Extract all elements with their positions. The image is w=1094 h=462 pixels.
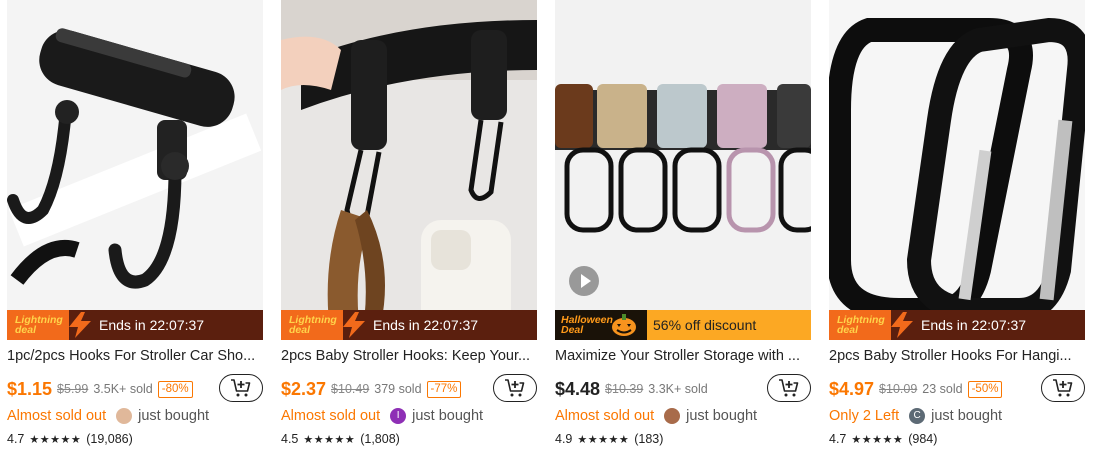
original-price: $10.49 — [331, 382, 370, 396]
discount-badge: -50% — [967, 380, 1003, 398]
review-count: (183) — [634, 432, 664, 446]
star-rating-icon: ★★★★★ — [29, 432, 82, 446]
countdown-text: Ends in 22:07:37 — [373, 317, 479, 333]
add-to-cart-button[interactable] — [493, 374, 537, 402]
deal-banner: Lightning deal Ends in 22:07:37 — [829, 310, 1085, 340]
add-to-cart-icon — [779, 379, 799, 397]
rating-value: 4.7 — [7, 432, 25, 446]
add-to-cart-button[interactable] — [219, 374, 263, 402]
product-title[interactable]: Maximize Your Stroller Storage with ... — [555, 348, 811, 364]
status-row: Almost sold out I just bought — [281, 406, 537, 426]
discount-badge: -80% — [157, 380, 193, 398]
deal-banner: Halloween Deal 56% off discount — [555, 310, 811, 340]
stroller-hook-photo — [281, 0, 537, 340]
review-count: (19,086) — [86, 432, 133, 446]
star-rating-icon: ★★★★★ — [851, 432, 904, 446]
review-count: (1,808) — [360, 432, 400, 446]
product-image[interactable]: Lightning deal Ends in 22:07:37 — [281, 0, 537, 340]
discount-badge: -77% — [426, 380, 462, 398]
rating-value: 4.7 — [829, 432, 847, 446]
lightning-deal-badge: Lightning deal — [829, 310, 919, 340]
status-row: Only 2 Left C just bought — [829, 406, 1085, 426]
original-price: $5.99 — [57, 382, 89, 396]
lightning-bolt-icon — [891, 312, 913, 338]
star-rating-icon: ★★★★★ — [577, 432, 630, 446]
add-to-cart-icon — [1053, 379, 1073, 397]
discount-text: 56% off discount — [653, 317, 757, 333]
urgency-label: Only 2 Left — [829, 408, 900, 424]
buyer-avatar: I — [390, 408, 407, 424]
review-count: (984) — [908, 432, 938, 446]
deal-banner: Lightning deal Ends in 22:07:37 — [7, 310, 263, 340]
buyer-avatar: C — [909, 408, 926, 424]
urgency-label: Almost sold out — [281, 408, 381, 424]
buyer-avatar — [664, 408, 681, 424]
stroller-hook-photo — [829, 0, 1085, 340]
lightning-deal-badge: Lightning deal — [281, 310, 371, 340]
deal-banner: Lightning deal Ends in 22:07:37 — [281, 310, 537, 340]
product-card[interactable]: Lightning deal Ends in 22:07:37 1pc/2pcs … — [7, 0, 263, 462]
stroller-hook-photo — [7, 0, 263, 340]
sold-count: 379 sold — [374, 382, 422, 396]
rating-row: 4.7 ★★★★★ (984) — [829, 430, 1085, 448]
play-video-button[interactable] — [569, 266, 599, 296]
lightning-bolt-icon — [343, 312, 365, 338]
original-price: $10.09 — [879, 382, 918, 396]
just-bought-text: just bought — [686, 408, 758, 424]
product-title[interactable]: 1pc/2pcs Hooks For Stroller Car Sho... — [7, 348, 263, 364]
price-row: $1.15 $5.99 3.5K+ sold -80% — [7, 374, 263, 402]
countdown-text: Ends in 22:07:37 — [921, 317, 1027, 333]
product-card[interactable]: Lightning deal Ends in 22:07:37 2pcs Baby… — [281, 0, 537, 462]
product-card[interactable]: Halloween Deal 56% off discount Maximize … — [555, 0, 811, 462]
sale-price: $4.48 — [555, 378, 601, 399]
countdown-text: Ends in 22:07:37 — [99, 317, 205, 333]
sale-price: $4.97 — [829, 378, 875, 399]
sold-count: 23 sold — [922, 382, 963, 396]
price-row: $4.97 $10.09 23 sold -50% — [829, 374, 1085, 402]
rating-row: 4.5 ★★★★★ (1,808) — [281, 430, 537, 448]
product-image[interactable]: Lightning deal Ends in 22:07:37 — [7, 0, 263, 340]
star-rating-icon: ★★★★★ — [303, 432, 356, 446]
lightning-bolt-icon — [69, 312, 91, 338]
add-to-cart-icon — [505, 379, 525, 397]
product-title[interactable]: 2pcs Baby Stroller Hooks: Keep Your... — [281, 348, 537, 364]
just-bought-text: just bought — [138, 408, 210, 424]
status-row: Almost sold out just bought — [7, 406, 263, 426]
lightning-deal-badge: Lightning deal — [7, 310, 97, 340]
sold-count: 3.5K+ sold — [93, 382, 153, 396]
buyer-avatar — [116, 408, 133, 424]
sale-price: $2.37 — [281, 378, 327, 399]
add-to-cart-icon — [231, 379, 251, 397]
just-bought-text: just bought — [412, 408, 484, 424]
original-price: $10.39 — [605, 382, 644, 396]
status-row: Almost sold out just bought — [555, 406, 811, 426]
urgency-label: Almost sold out — [7, 408, 107, 424]
product-image[interactable]: Lightning deal Ends in 22:07:37 — [829, 0, 1085, 340]
product-title[interactable]: 2pcs Baby Stroller Hooks For Hangi... — [829, 348, 1085, 364]
rating-value: 4.5 — [281, 432, 299, 446]
add-to-cart-button[interactable] — [767, 374, 811, 402]
price-row: $4.48 $10.39 3.3K+ sold — [555, 374, 811, 402]
rating-row: 4.9 ★★★★★ (183) — [555, 430, 811, 448]
urgency-label: Almost sold out — [555, 408, 655, 424]
product-card[interactable]: Lightning deal Ends in 22:07:37 2pcs Baby… — [829, 0, 1085, 462]
sold-count: 3.3K+ sold — [648, 382, 708, 396]
just-bought-text: just bought — [931, 408, 1003, 424]
add-to-cart-button[interactable] — [1041, 374, 1085, 402]
rating-row: 4.7 ★★★★★ (19,086) — [7, 430, 263, 448]
halloween-deal-badge: Halloween Deal — [555, 310, 647, 340]
pumpkin-icon — [612, 314, 636, 336]
sale-price: $1.15 — [7, 378, 53, 399]
rating-value: 4.9 — [555, 432, 573, 446]
product-image[interactable]: Halloween Deal 56% off discount — [555, 0, 811, 340]
price-row: $2.37 $10.49 379 sold -77% — [281, 374, 537, 402]
